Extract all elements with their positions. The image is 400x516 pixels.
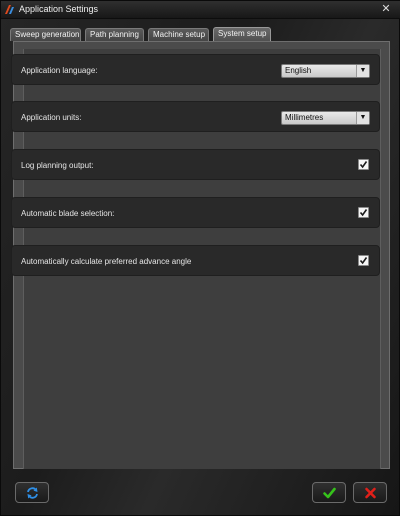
- application-settings-window: Application Settings ✕ Sweep generation …: [0, 0, 400, 516]
- language-setting-row: Application language: English ▼: [11, 54, 380, 85]
- refresh-icon: [27, 487, 38, 499]
- auto-blade-setting-row: Automatic blade selection:: [11, 197, 380, 228]
- reset-button[interactable]: [15, 482, 49, 503]
- language-select[interactable]: English ▼: [281, 64, 370, 78]
- close-icon[interactable]: ✕: [379, 2, 393, 16]
- units-label: Application units:: [21, 113, 82, 122]
- log-planning-setting-row: Log planning output:: [11, 149, 380, 180]
- units-select[interactable]: Millimetres ▼: [281, 111, 370, 125]
- checkmark-icon: [359, 161, 368, 169]
- tab-machine-setup[interactable]: Machine setup: [148, 28, 209, 41]
- tab-sweep-generation[interactable]: Sweep generation: [10, 28, 81, 41]
- tab-path-planning[interactable]: Path planning: [85, 28, 144, 41]
- auto-advance-angle-checkbox[interactable]: [358, 255, 369, 266]
- language-value: English: [285, 66, 312, 75]
- app-logo-icon: [5, 4, 16, 15]
- cancel-button[interactable]: [353, 482, 387, 503]
- auto-advance-angle-setting-row: Automatically calculate preferred advanc…: [11, 245, 380, 276]
- window-title: Application Settings: [19, 4, 99, 14]
- ok-button[interactable]: [312, 482, 346, 503]
- checkmark-icon: [323, 487, 336, 499]
- language-label: Application language:: [21, 66, 98, 75]
- auto-advance-angle-label: Automatically calculate preferred advanc…: [21, 257, 192, 266]
- x-icon: [365, 487, 376, 499]
- auto-blade-checkbox[interactable]: [358, 207, 369, 218]
- log-planning-checkbox[interactable]: [358, 159, 369, 170]
- units-value: Millimetres: [285, 113, 324, 122]
- auto-blade-label: Automatic blade selection:: [21, 209, 115, 218]
- chevron-down-icon: ▼: [356, 65, 369, 77]
- checkmark-icon: [359, 257, 368, 265]
- chevron-down-icon: ▼: [356, 112, 369, 124]
- units-setting-row: Application units: Millimetres ▼: [11, 101, 380, 132]
- tab-system-setup[interactable]: System setup: [213, 27, 271, 41]
- title-bar: Application Settings ✕: [1, 1, 400, 19]
- checkmark-icon: [359, 209, 368, 217]
- log-planning-label: Log planning output:: [21, 161, 94, 170]
